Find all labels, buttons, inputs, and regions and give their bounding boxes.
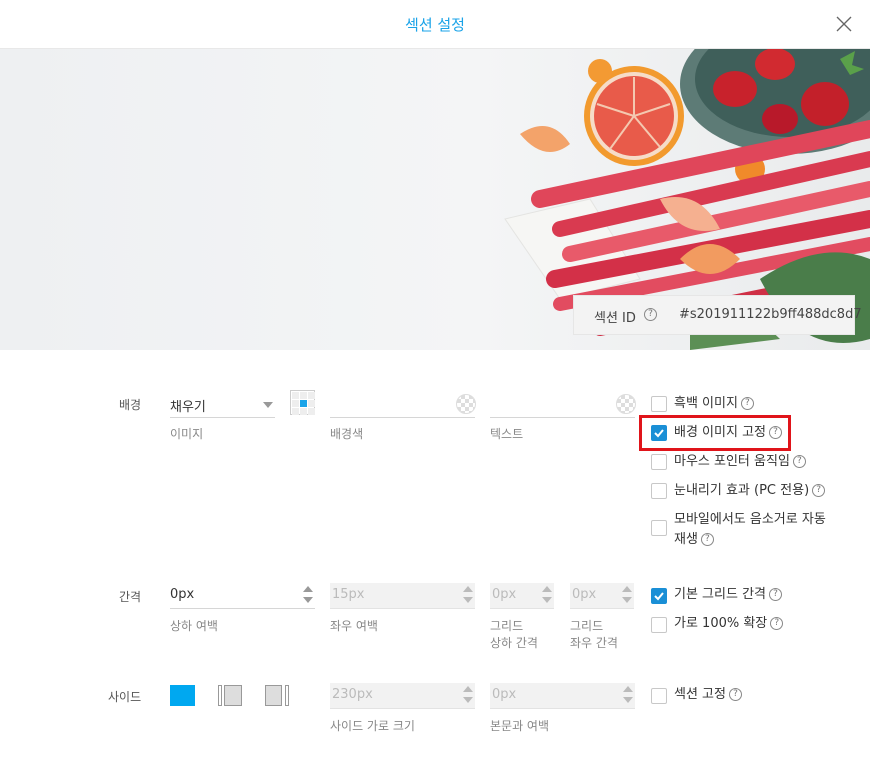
side-row-label: 사이드 — [108, 690, 142, 704]
snow-effect-option: 눈내리기 효과 (PC 전용)? — [674, 481, 826, 501]
horizontal-gap-label: 좌우 간격 — [570, 636, 618, 650]
side-width-value: 230px — [332, 687, 373, 702]
mobile-autoplay-label-line1: 모바일에서도 음소거로 자동 — [674, 512, 826, 527]
side-width-input[interactable]: 230px — [330, 683, 475, 709]
section-fixed-label: 섹션 고정 — [674, 687, 726, 702]
help-icon[interactable]: ? — [700, 533, 714, 546]
text-color-label: 텍스트 — [490, 427, 524, 441]
mouse-move-label: 마우스 포인터 움직임 — [674, 454, 790, 469]
stepper-icon[interactable] — [463, 685, 473, 705]
stepper-icon[interactable] — [463, 585, 473, 605]
default-grid-gap-label: 기본 그리드 간격 — [674, 587, 766, 602]
fixed-background-label: 배경 이미지 고정 — [674, 425, 766, 440]
section-fixed-checkbox[interactable] — [651, 688, 667, 704]
modal-header: 섹션 설정 — [0, 0, 870, 49]
section-id-label: 섹션 ID — [594, 311, 636, 326]
section-id-value: #s201911122b9ff488dc8d7 — [679, 307, 862, 322]
side-none-option[interactable] — [170, 685, 195, 706]
grayscale-option: 흑백 이미지? — [674, 394, 754, 414]
help-icon[interactable]: ? — [769, 588, 782, 601]
fixed-background-option: 배경 이미지 고정? — [674, 423, 782, 443]
grid-vertical-gap-value: 0px — [492, 587, 517, 602]
color-swatch-icon[interactable] — [456, 394, 476, 414]
stepper-icon[interactable] — [623, 685, 633, 705]
grid-horizontal-gap-label: 그리드 좌우 간격 — [570, 618, 618, 652]
full-width-option: 가로 100% 확장? — [674, 614, 784, 634]
image-label: 이미지 — [170, 427, 204, 441]
grid-horizontal-gap-input[interactable]: 0px — [570, 583, 634, 609]
body-margin-value: 0px — [492, 687, 517, 702]
help-icon[interactable]: ? — [769, 426, 782, 439]
horizontal-margin-input[interactable]: 15px — [330, 583, 475, 609]
side-width-label: 사이드 가로 크기 — [330, 719, 415, 733]
grayscale-checkbox[interactable] — [651, 396, 667, 412]
help-icon[interactable]: ? — [770, 617, 784, 630]
stepper-icon[interactable] — [542, 585, 552, 605]
stepper-icon[interactable] — [303, 585, 313, 605]
side-right-option[interactable] — [265, 685, 289, 706]
close-icon[interactable] — [834, 14, 854, 34]
stepper-icon[interactable] — [622, 585, 632, 605]
section-id-box: 섹션 ID ? #s201911122b9ff488dc8d7 — [573, 295, 862, 335]
default-grid-gap-checkbox[interactable] — [651, 588, 667, 604]
checkmark-icon — [654, 429, 664, 438]
grayscale-label: 흑백 이미지 — [674, 396, 738, 411]
left-sidebar-icon — [218, 685, 242, 706]
mobile-autoplay-option: 모바일에서도 음소거로 자동 재생? — [674, 510, 834, 550]
side-left-option[interactable] — [218, 685, 242, 706]
grid-label: 그리드 — [570, 619, 604, 633]
horizontal-margin-label: 좌우 여백 — [330, 619, 378, 633]
image-position-picker[interactable] — [290, 390, 315, 415]
snow-effect-checkbox[interactable] — [651, 483, 667, 499]
fill-select-value: 채우기 — [170, 400, 206, 415]
background-fill-select[interactable]: 채우기 — [170, 392, 275, 418]
bg-color-label: 배경색 — [330, 427, 364, 441]
body-margin-label: 본문과 여백 — [490, 719, 550, 733]
grid-horizontal-gap-value: 0px — [572, 587, 597, 602]
mouse-move-option: 마우스 포인터 움직임? — [674, 452, 806, 472]
full-width-label: 가로 100% 확장 — [674, 616, 768, 631]
modal-title: 섹션 설정 — [405, 16, 465, 34]
full-width-checkbox[interactable] — [651, 617, 667, 633]
fixed-background-checkbox[interactable] — [651, 425, 667, 441]
grid-vertical-gap-input[interactable]: 0px — [490, 583, 554, 609]
help-icon[interactable]: ? — [644, 308, 657, 321]
spacing-row-label: 간격 — [119, 590, 142, 604]
vertical-margin-value: 0px — [170, 587, 195, 602]
snow-effect-label: 눈내리기 효과 (PC 전용) — [674, 483, 810, 498]
color-swatch-icon[interactable] — [616, 394, 636, 414]
grid-vertical-gap-label: 그리드 상하 간격 — [490, 618, 538, 652]
background-row-label: 배경 — [119, 398, 142, 412]
checkmark-icon — [654, 592, 664, 601]
vertical-margin-label: 상하 여백 — [170, 619, 218, 633]
vertical-gap-label: 상하 간격 — [490, 636, 538, 650]
help-icon[interactable]: ? — [728, 688, 742, 701]
help-icon[interactable]: ? — [792, 455, 806, 468]
mobile-autoplay-checkbox[interactable] — [651, 520, 667, 536]
help-icon[interactable]: ? — [740, 397, 754, 410]
grid-label: 그리드 — [490, 619, 524, 633]
default-grid-gap-option: 기본 그리드 간격? — [674, 585, 782, 605]
vertical-margin-input[interactable]: 0px — [170, 583, 315, 609]
mouse-move-checkbox[interactable] — [651, 454, 667, 470]
horizontal-margin-value: 15px — [332, 587, 365, 602]
help-icon[interactable]: ? — [812, 484, 826, 497]
background-color-field[interactable] — [330, 392, 476, 418]
section-fixed-option: 섹션 고정? — [674, 685, 742, 705]
mobile-autoplay-label-line2: 재생 — [674, 532, 698, 547]
right-sidebar-icon — [265, 685, 289, 706]
chevron-down-icon — [263, 402, 273, 408]
body-margin-input[interactable]: 0px — [490, 683, 635, 709]
text-color-field[interactable] — [490, 392, 636, 418]
